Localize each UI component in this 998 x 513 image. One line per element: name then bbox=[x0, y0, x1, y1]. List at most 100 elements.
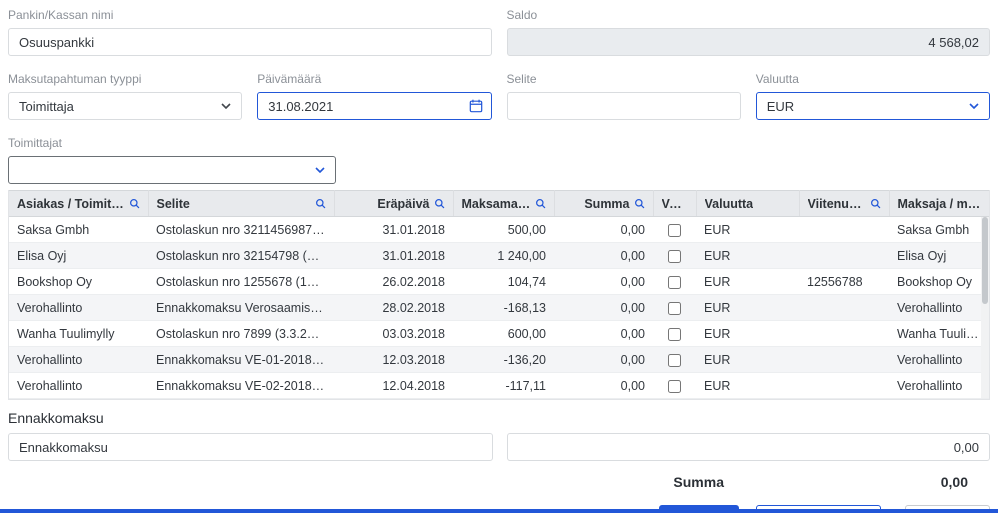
cell-customer: Elisa Oyj bbox=[9, 242, 148, 269]
table-row[interactable]: Verohallinto Ennakkomaksu Verosaamiset (2… bbox=[9, 294, 989, 321]
cell-description: Ennakkomaksu Verosaamiset (2... bbox=[148, 294, 334, 321]
cell-payer: Elisa Oyj bbox=[889, 242, 989, 269]
cell-unpaid: -168,13 bbox=[453, 294, 554, 321]
table-row[interactable]: Wanha Tuulimylly Ostolaskun nro 7899 (3.3… bbox=[9, 320, 989, 347]
row-select-checkbox[interactable] bbox=[668, 275, 681, 289]
payment-type-label: Maksutapahtuman tyyppi bbox=[8, 72, 142, 86]
summa-value: 0,00 bbox=[940, 474, 968, 490]
open-invoices-table: Asiakas / Toimittaja Selite Eräpäivä Maksam… bbox=[8, 190, 990, 400]
search-icon[interactable] bbox=[870, 198, 881, 209]
payment-type-select[interactable]: Toimittaja bbox=[8, 92, 243, 120]
search-icon[interactable] bbox=[535, 198, 546, 209]
cell-sum: 0,00 bbox=[554, 242, 653, 269]
cell-payer: Verohallinto bbox=[889, 346, 989, 373]
row-select-checkbox[interactable] bbox=[668, 379, 681, 393]
search-icon[interactable] bbox=[129, 198, 140, 209]
currency-select[interactable]: EUR bbox=[755, 92, 990, 120]
cell-currency: EUR bbox=[696, 268, 799, 295]
cell-unpaid: 600,00 bbox=[453, 320, 554, 347]
cell-customer: Saksa Gmbh bbox=[9, 216, 148, 243]
cell-payer: Bookshop Oy bbox=[889, 268, 989, 295]
selite-input[interactable] bbox=[506, 92, 741, 120]
search-icon[interactable] bbox=[315, 198, 326, 209]
chevron-down-icon bbox=[221, 103, 231, 109]
cell-currency: EUR bbox=[696, 216, 799, 243]
payment-form: Pankin/Kassan nimi Saldo Maksutapahtuman… bbox=[0, 0, 998, 513]
saldo-input bbox=[506, 28, 990, 56]
currency-value: EUR bbox=[766, 98, 795, 114]
cell-due-date: 28.02.2018 bbox=[334, 294, 453, 321]
cell-select bbox=[653, 346, 696, 373]
cell-reference bbox=[799, 242, 889, 269]
column-header-label: Selite bbox=[156, 196, 190, 211]
table-row[interactable]: Verohallinto Ennakkomaksu VE-02-2018 (28.… bbox=[9, 372, 989, 399]
ennakkomaksu-input[interactable] bbox=[8, 433, 493, 461]
cell-payer: Wanha Tuulim... bbox=[889, 320, 989, 347]
cell-reference: 12556788 bbox=[799, 268, 889, 295]
column-header[interactable]: Eräpäivä bbox=[334, 190, 454, 217]
amount-input[interactable] bbox=[507, 433, 990, 461]
cell-customer: Verohallinto bbox=[9, 346, 148, 373]
cell-due-date: 03.03.2018 bbox=[334, 320, 453, 347]
cell-select bbox=[653, 268, 696, 295]
column-header[interactable]: Maksamatta bbox=[453, 190, 555, 217]
row-select-checkbox[interactable] bbox=[668, 327, 681, 341]
bank-name-input[interactable] bbox=[8, 28, 492, 56]
cell-unpaid: 104,74 bbox=[453, 268, 554, 295]
column-header[interactable]: Summa bbox=[554, 190, 654, 217]
table-row[interactable]: Bookshop Oy Ostolaskun nro 1255678 (12.2.… bbox=[9, 268, 989, 295]
cell-select bbox=[653, 294, 696, 321]
chevron-down-icon bbox=[315, 167, 325, 173]
cell-customer: Verohallinto bbox=[9, 372, 148, 399]
row-select-checkbox[interactable] bbox=[668, 249, 681, 263]
calendar-icon[interactable] bbox=[469, 99, 483, 113]
suppliers-select[interactable] bbox=[8, 156, 336, 184]
date-label: Päivämäärä bbox=[257, 72, 322, 86]
table-row[interactable]: VerohallintoEnnakkomaksu VE-01-2018 (31.… bbox=[9, 346, 989, 373]
payment-type-value: Toimittaja bbox=[19, 98, 74, 114]
search-icon[interactable] bbox=[434, 198, 445, 209]
cell-sum: 0,00 bbox=[554, 216, 653, 243]
column-header-label: Asiakas / Toimittaja bbox=[17, 196, 125, 211]
table-row[interactable]: Elisa Oyj Ostolaskun nro 32154798 (31.1..… bbox=[9, 242, 989, 269]
column-header[interactable]: Selite bbox=[148, 190, 335, 217]
cell-sum: 0,00 bbox=[554, 268, 653, 295]
cell-description: Ostolaskun nro 7899 (3.3.2018) bbox=[148, 320, 334, 347]
table-body: Saksa Gmbh Ostolaskun nro 3211456987 (31.… bbox=[9, 216, 989, 399]
row-select-checkbox[interactable] bbox=[668, 353, 681, 367]
cell-payer: Verohallinto bbox=[889, 294, 989, 321]
cell-sum: 0,00 bbox=[554, 346, 653, 373]
row-select-checkbox[interactable] bbox=[668, 223, 681, 237]
chevron-down-icon bbox=[969, 103, 979, 109]
column-header[interactable]: Valuutta bbox=[696, 190, 800, 217]
cell-select bbox=[653, 242, 696, 269]
bottom-accent-bar bbox=[0, 509, 998, 513]
search-icon[interactable] bbox=[634, 198, 645, 209]
column-header[interactable]: Maksaja / ma... bbox=[889, 190, 989, 217]
table-header-row: Asiakas / Toimittaja Selite Eräpäivä Maksam… bbox=[9, 190, 989, 217]
column-header-label: Viitenumero: bbox=[807, 196, 866, 211]
cell-customer: Wanha Tuulimylly bbox=[9, 320, 148, 347]
cell-description: Ennakkomaksu VE-02-2018 (28.... bbox=[148, 372, 334, 399]
summa-label: Summa bbox=[673, 474, 724, 490]
table-scrollbar[interactable] bbox=[981, 217, 989, 398]
table-row[interactable]: Saksa Gmbh Ostolaskun nro 3211456987 (31.… bbox=[9, 216, 989, 243]
row-select-checkbox[interactable] bbox=[668, 301, 681, 315]
cell-select bbox=[653, 320, 696, 347]
column-header-label: Summa bbox=[584, 196, 630, 211]
column-header-label: Eräpäivä bbox=[377, 196, 430, 211]
cell-select bbox=[653, 372, 696, 399]
date-input[interactable] bbox=[257, 92, 492, 120]
cell-unpaid: 1 240,00 bbox=[453, 242, 554, 269]
cell-unpaid: -117,11 bbox=[453, 372, 554, 399]
column-header[interactable]: Asiakas / Toimittaja bbox=[9, 190, 149, 217]
cell-sum: 0,00 bbox=[554, 294, 653, 321]
cell-sum: 0,00 bbox=[554, 320, 653, 347]
selite-field-group: Selite bbox=[506, 72, 741, 120]
saldo-label: Saldo bbox=[506, 8, 538, 22]
column-header[interactable]: Valit... bbox=[653, 190, 697, 217]
cell-currency: EUR bbox=[696, 346, 799, 373]
column-header[interactable]: Viitenumero: bbox=[799, 190, 890, 217]
scrollbar-thumb[interactable] bbox=[982, 217, 988, 304]
saldo-field-group: Saldo bbox=[506, 8, 990, 56]
